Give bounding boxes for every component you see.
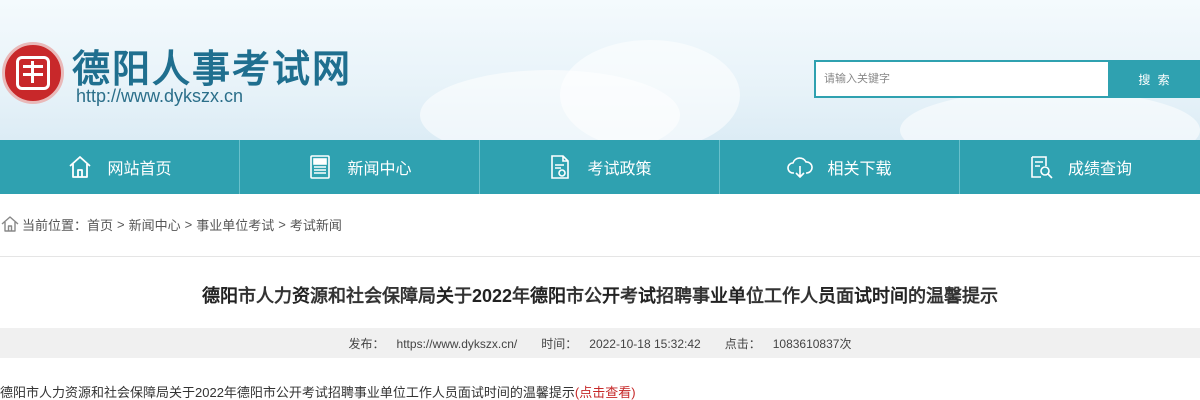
site-header: 德阳人事考试网 http://www.dykszx.cn 搜 索 [0,0,1200,140]
article-title-segment: 关 [435,286,454,306]
nav-item-label: 成绩查询 [1067,161,1132,178]
policy-document-icon [547,154,573,180]
meta-clicks-label: 点击： [724,336,761,351]
breadcrumb: 当前位置： 首页 > 新闻中心 > 事业单位考试 > 考试新闻 [0,204,342,244]
article-title-segment: 招聘事 [656,286,711,306]
article-body-text: 德阳市人力资源和社会保障局关于2022年德阳市公开考试招聘事业单位工作人员面试时… [0,385,575,400]
article-title-segment: 德阳 [201,286,238,306]
article-title-segment: 业单 [710,286,747,306]
score-search-icon [1028,154,1054,180]
article-title-segment: 考 [620,286,639,306]
article-body-paragraph: 德阳市人力资源和社会保障局关于2022年德阳市公开考试招聘事业单位工作人员面试时… [0,382,636,400]
breadcrumb-institution-exam-link[interactable]: 事业单位考试 [196,215,274,234]
main-nav: 网站首页 新闻中心 考试政策 相关下载 成绩查询 [0,140,1200,194]
article-title-segment: 员 [818,286,837,306]
breadcrumb-separator: > [278,216,286,232]
nav-item-label: 相关下载 [827,161,892,178]
nav-item-label: 考试政策 [587,161,652,178]
search-bar: 搜 索 [814,60,1200,98]
meta-time: 时间： 2022-10-18 15:32:42 [535,335,706,352]
article-title-segment: 2022 [471,286,513,306]
article-title-segment: 德阳 [530,286,567,306]
breadcrumb-prefix: 当前位置： [22,217,88,233]
breadcrumb-separator: > [184,216,193,232]
home-icon [0,214,20,234]
nav-item-label: 新闻中心 [347,161,412,178]
home-icon [67,154,93,180]
breadcrumb-news-link[interactable]: 新闻中心 [129,215,181,234]
view-details-link[interactable]: (点击查看) [575,385,636,400]
search-input[interactable] [814,60,1110,98]
breadcrumb-home-link[interactable]: 首页 [87,215,113,234]
article-title-segment: 试 [638,286,657,306]
news-icon [307,154,333,180]
article-title-segment: 于 [453,286,472,306]
meta-time-label: 时间： [541,336,578,351]
nav-item-news[interactable]: 新闻中心 [240,140,480,194]
article-meta: 发布： https://www.dykszx.cn/ 时间： 2022-10-18 … [0,328,1200,358]
seal-logo-icon[interactable] [2,42,64,104]
nav-item-downloads[interactable]: 相关下载 [720,140,960,194]
article-title-segment: 开 [602,286,621,306]
article-title-segment: 源和社会保障局 [309,286,436,306]
meta-source-label: 发布： [348,336,385,351]
search-button[interactable]: 搜 索 [1110,60,1200,98]
article-title-segment: 试时间 [854,286,909,306]
article-title-segment: 资 [291,286,310,306]
content-divider [0,256,1200,257]
article-title-segment: 年 [512,286,531,306]
nav-item-home[interactable]: 网站首页 [0,140,240,194]
breadcrumb-exam-news-link[interactable]: 考试新闻 [290,215,342,234]
article-title-segment: 位工作人 [746,286,819,306]
article-title-segment: 面 [836,286,855,306]
nav-item-policy[interactable]: 考试政策 [480,140,720,194]
meta-source-value: https://www.dykszx.cn/ [396,336,518,351]
article-title-segment: 市公 [566,286,603,306]
breadcrumb-separator: > [117,216,125,232]
header-cloud-decoration [560,40,740,140]
article-title: 德阳市人力资源和社会保障局关于2022年德阳市公开考试招聘事业单位工作人员面试时… [0,282,1200,308]
cloud-download-icon [787,154,814,180]
site-url: http://www.dykszx.cn [76,86,244,106]
seal-logo-inner [16,56,50,90]
site-title[interactable]: 德阳人事考试网 [72,38,352,93]
nav-item-label: 网站首页 [107,161,172,178]
article-title-segment: 市人力 [237,286,292,306]
article-title-segment: 的温馨提示 [908,286,999,306]
nav-item-scores[interactable]: 成绩查询 [960,140,1200,194]
meta-clicks-value: 1083610837次 [772,336,852,351]
meta-clicks: 点击： 1083610837次 [719,335,858,352]
meta-time-value: 2022-10-18 15:32:42 [589,336,701,351]
meta-source: 发布： https://www.dykszx.cn/ [343,335,524,352]
